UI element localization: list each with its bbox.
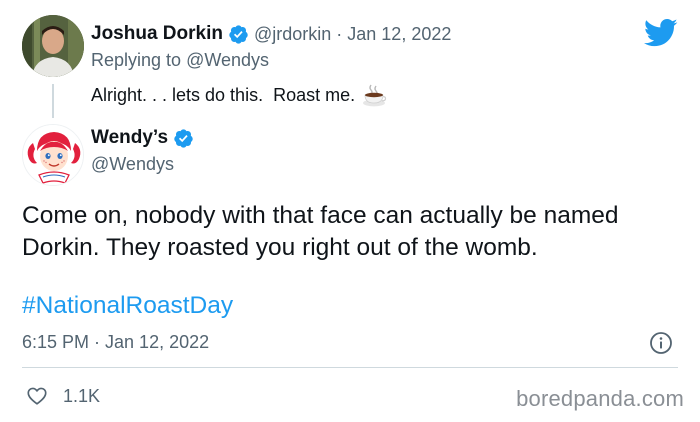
avatar-joshua-dorkin[interactable]: [22, 15, 84, 77]
heart-icon[interactable]: [26, 385, 48, 407]
replying-prefix: Replying to: [91, 50, 187, 70]
main-handle[interactable]: @Wendys: [91, 154, 174, 175]
replying-to: Replying to @Wendys: [91, 50, 269, 71]
thread-connector: [52, 84, 54, 118]
main-tweet-text: Come on, nobody with that face can actua…: [22, 202, 619, 261]
reply-handle-date[interactable]: @jrdorkin · Jan 12, 2022: [254, 24, 451, 45]
replying-mention-link[interactable]: @Wendys: [186, 50, 269, 70]
reply-display-name[interactable]: Joshua Dorkin: [91, 23, 223, 45]
main-author-row: Wendy’s: [91, 126, 194, 150]
verified-badge-icon: [174, 128, 193, 148]
tweet-card: Joshua Dorkin @jrdorkin · Jan 12, 2022 R…: [0, 0, 700, 422]
tweet-timestamp[interactable]: 6:15 PM · Jan 12, 2022: [22, 332, 209, 353]
info-icon[interactable]: [649, 331, 673, 355]
verified-badge-icon: [229, 24, 248, 44]
coffee-cup-icon: [363, 84, 387, 107]
main-display-name[interactable]: Wendy’s: [91, 127, 168, 149]
reply-tweet-text-row: Alright. . . lets do this. Roast me.: [91, 82, 387, 108]
divider: [22, 367, 678, 368]
avatar-wendys[interactable]: [22, 124, 84, 186]
like-button[interactable]: 1.1K: [26, 384, 100, 408]
watermark: boredpanda.com: [516, 386, 684, 411]
reply-author-row: Joshua Dorkin @jrdorkin · Jan 12, 2022: [91, 22, 451, 46]
reply-tweet-text: Alright. . . lets do this. Roast me.: [91, 84, 356, 105]
twitter-bird-icon[interactable]: [644, 18, 678, 48]
like-count: 1.1K: [63, 385, 101, 406]
hashtag-link[interactable]: #NationalRoastDay: [22, 290, 233, 322]
